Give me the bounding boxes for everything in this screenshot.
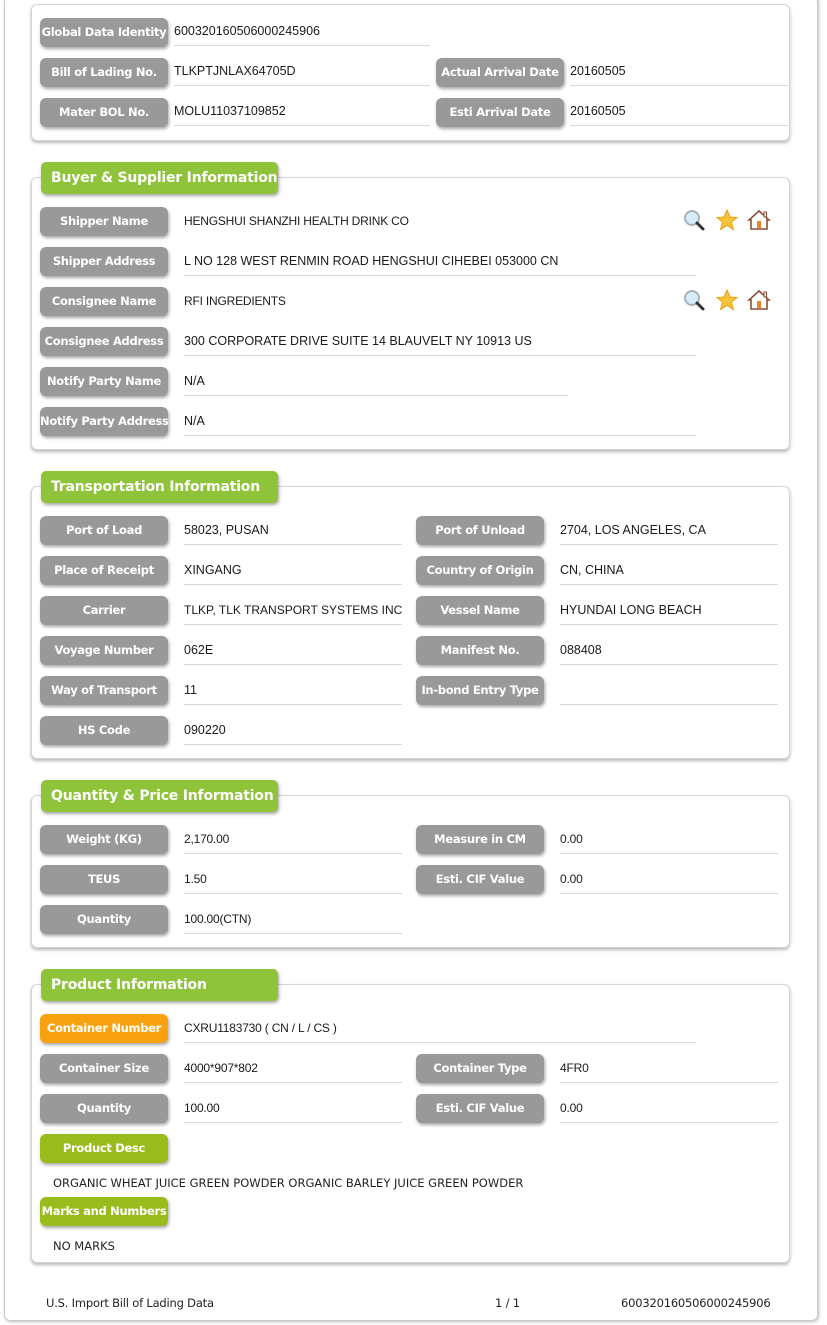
port-of-unload-label: Port of Unload — [416, 516, 544, 545]
consignee-address-label: Consignee Address — [40, 327, 168, 356]
global-data-identity-label: Global Data Identity — [40, 18, 168, 47]
teus-value: 1.50 — [184, 870, 402, 894]
esti-cif-value: 0.00 — [560, 870, 778, 894]
footer-source: U.S. Import Bill of Lading Data — [46, 1296, 214, 1310]
container-number-value: CXRU1183730 ( CN / L / CS ) — [184, 1019, 696, 1043]
notify-party-address-value: N/A — [184, 412, 696, 436]
master-bol-value: MOLU11037109852 — [174, 102, 430, 126]
footer-page: 1 / 1 — [495, 1296, 520, 1310]
global-data-identity-value: 600320160506000245906 — [174, 22, 430, 46]
bill-of-lading-value: TLKPTJNLAX64705D — [174, 62, 430, 86]
buyer-supplier-title: Buyer & Supplier Information — [41, 162, 278, 194]
notify-party-name-value: N/A — [184, 372, 568, 396]
home-icon[interactable] — [747, 208, 771, 232]
shipper-address-label: Shipper Address — [40, 247, 168, 276]
shipper-address-value: L NO 128 WEST RENMIN ROAD HENGSHUI CIHEB… — [184, 252, 696, 276]
place-of-receipt-value: XINGANG — [184, 561, 402, 585]
shipper-name-value: HENGSHUI SHANZHI HEALTH DRINK CO — [184, 214, 409, 228]
star-icon[interactable] — [715, 288, 739, 312]
product-esti-cif-value: 0.00 — [560, 1099, 778, 1123]
consignee-address-value: 300 CORPORATE DRIVE SUITE 14 BLAUVELT NY… — [184, 332, 696, 356]
carrier-label: Carrier — [40, 596, 168, 625]
consignee-name-value: RFI INGREDIENTS — [184, 294, 286, 308]
manifest-no-label: Manifest No. — [416, 636, 544, 665]
hs-code-value: 090220 — [184, 721, 402, 745]
way-of-transport-value: 11 — [184, 681, 402, 705]
master-bol-label: Mater BOL No. — [40, 98, 168, 127]
manifest-no-value: 088408 — [560, 641, 778, 665]
weight-label: Weight (KG) — [40, 825, 168, 854]
inbond-entry-type-label: In-bond Entry Type — [416, 676, 544, 705]
product-esti-cif-label: Esti. CIF Value — [416, 1094, 544, 1123]
container-type-label: Container Type — [416, 1054, 544, 1083]
actual-arrival-label: Actual Arrival Date — [436, 58, 564, 87]
hs-code-label: HS Code — [40, 716, 168, 745]
footer-id: 600320160506000245906 — [621, 1296, 771, 1310]
star-icon[interactable] — [715, 208, 739, 232]
place-of-receipt-label: Place of Receipt — [40, 556, 168, 585]
container-number-label[interactable]: Container Number — [40, 1014, 168, 1043]
product-desc-label: Product Desc — [40, 1134, 168, 1163]
teus-label: TEUS — [40, 865, 168, 894]
product-quantity-value: 100.00 — [184, 1099, 402, 1123]
marks-numbers-label: Marks and Numbers — [40, 1197, 168, 1226]
container-size-value: 4000*907*802 — [184, 1059, 402, 1083]
actual-arrival-value: 20160505 — [570, 62, 788, 86]
country-of-origin-label: Country of Origin — [416, 556, 544, 585]
product-quantity-label: Quantity — [40, 1094, 168, 1123]
transportation-title: Transportation Information — [41, 471, 278, 503]
esti-arrival-value: 20160505 — [570, 102, 788, 126]
container-type-value: 4FR0 — [560, 1059, 778, 1083]
vessel-name-label: Vessel Name — [416, 596, 544, 625]
port-of-load-label: Port of Load — [40, 516, 168, 545]
quantity-value: 100.00(CTN) — [184, 910, 402, 934]
quantity-label: Quantity — [40, 905, 168, 934]
voyage-number-value: 062E — [184, 641, 402, 665]
carrier-value: TLKP, TLK TRANSPORT SYSTEMS INC — [184, 601, 402, 625]
vessel-name-value: HYUNDAI LONG BEACH — [560, 601, 778, 625]
port-of-unload-value: 2704, LOS ANGELES, CA — [560, 521, 778, 545]
product-title: Product Information — [41, 969, 278, 1001]
product-desc-value: ORGANIC WHEAT JUICE GREEN POWDER ORGANIC… — [53, 1176, 524, 1190]
bill-of-lading-label: Bill of Lading No. — [40, 58, 168, 87]
home-icon[interactable] — [747, 288, 771, 312]
quantity-price-title: Quantity & Price Information — [41, 780, 278, 812]
measure-label: Measure in CM — [416, 825, 544, 854]
search-icon[interactable] — [682, 208, 706, 232]
way-of-transport-label: Way of Transport — [40, 676, 168, 705]
consignee-name-label: Consignee Name — [40, 287, 168, 316]
marks-numbers-value: NO MARKS — [53, 1239, 115, 1253]
measure-value: 0.00 — [560, 830, 778, 854]
container-size-label: Container Size — [40, 1054, 168, 1083]
notify-party-name-label: Notify Party Name — [40, 367, 168, 396]
inbond-entry-type-value — [560, 681, 778, 705]
voyage-number-label: Voyage Number — [40, 636, 168, 665]
esti-cif-label: Esti. CIF Value — [416, 865, 544, 894]
notify-party-address-label: Notify Party Address — [40, 407, 169, 436]
esti-arrival-label: Esti Arrival Date — [436, 98, 564, 127]
country-of-origin-value: CN, CHINA — [560, 561, 778, 585]
port-of-load-value: 58023, PUSAN — [184, 521, 402, 545]
shipper-name-label: Shipper Name — [40, 207, 168, 236]
search-icon[interactable] — [682, 288, 706, 312]
weight-value: 2,170.00 — [184, 830, 402, 854]
